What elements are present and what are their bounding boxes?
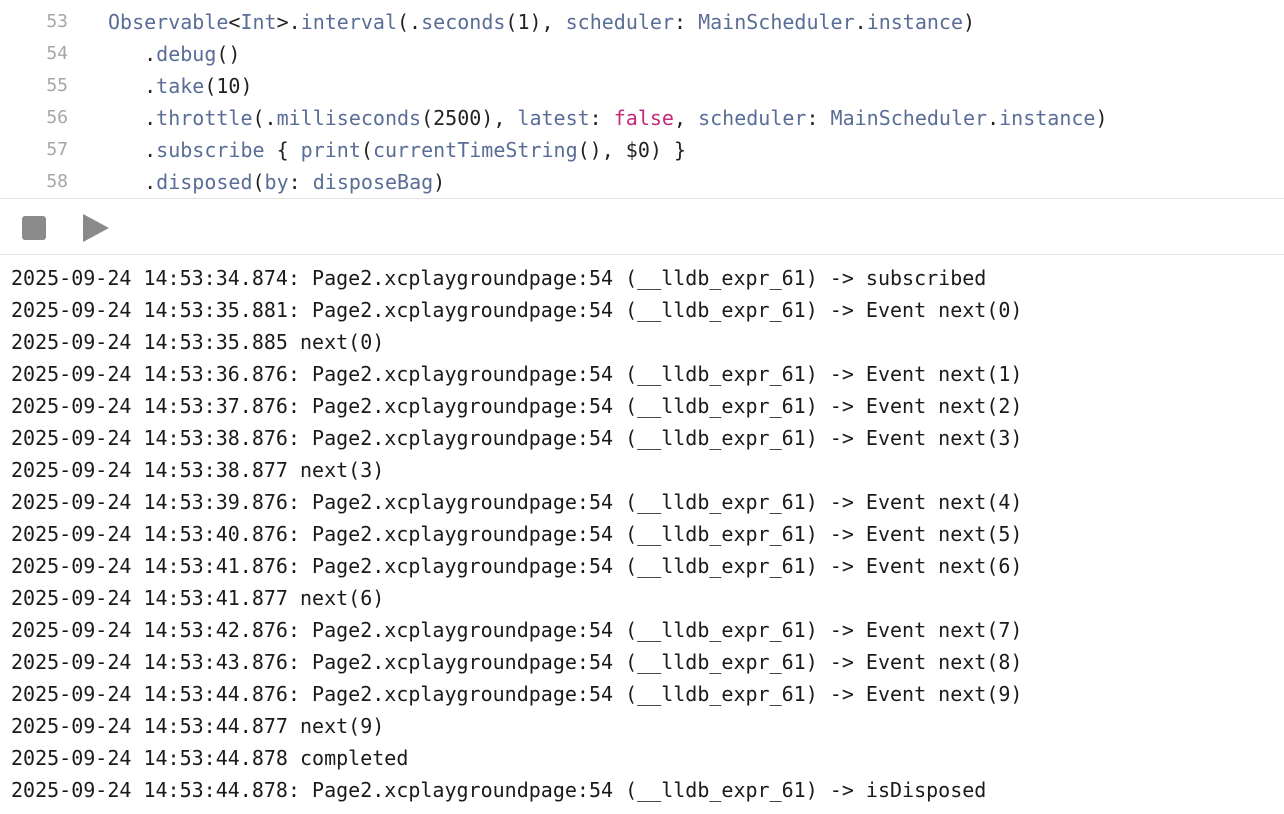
code-token: print: [300, 138, 361, 162]
code-token: >.: [276, 10, 301, 34]
line-number: 54: [46, 43, 68, 64]
console-log-line: 2025-09-24 14:53:44.878: Page2.xcplaygro…: [11, 778, 987, 802]
code-editor[interactable]: 53 Observable<Int>.interval(.seconds(1), …: [0, 0, 1284, 198]
code-line[interactable]: 53 Observable<Int>.interval(.seconds(1), …: [0, 6, 1284, 38]
console-log-line: 2025-09-24 14:53:38.877 next(3): [11, 458, 385, 482]
code-token: .: [108, 74, 157, 98]
code-token: <: [228, 10, 241, 34]
code-token: :: [674, 10, 699, 34]
code-token: latest: [517, 106, 590, 130]
stop-icon[interactable]: [22, 216, 46, 240]
code-token: :: [589, 106, 614, 130]
code-token: currentTimeString: [372, 138, 578, 162]
code-line[interactable]: 58 .disposed(by: disposeBag): [0, 166, 1284, 198]
code-token: (2500),: [421, 106, 518, 130]
console-log-line: 2025-09-24 14:53:44.877 next(9): [11, 714, 385, 738]
code-token: (10): [204, 74, 253, 98]
code-token: by: [264, 170, 289, 194]
line-number: 57: [46, 139, 68, 160]
code-token: throttle: [156, 106, 253, 130]
code-token: Int: [240, 10, 277, 34]
code-token: false: [613, 106, 674, 130]
code-line[interactable]: 56 .throttle(.milliseconds(2500), latest…: [0, 102, 1284, 134]
code-token: .: [108, 138, 157, 162]
console-log-line: 2025-09-24 14:53:42.876: Page2.xcplaygro…: [11, 618, 1023, 642]
code-token: interval: [300, 10, 398, 34]
code-token: Observable: [108, 10, 229, 34]
console-log-line: 2025-09-24 14:53:38.876: Page2.xcplaygro…: [11, 426, 1023, 450]
code-token: (: [360, 138, 373, 162]
console-log-line: 2025-09-24 14:53:41.877 next(6): [11, 586, 385, 610]
code-token: .: [854, 10, 867, 34]
line-number: 58: [46, 171, 68, 192]
code-token: MainScheduler: [830, 106, 988, 130]
code-token: scheduler: [565, 10, 674, 34]
console-log-line: 2025-09-24 14:53:41.876: Page2.xcplaygro…: [11, 554, 1023, 578]
code-text: Observable<Int>.interval(.seconds(1), sc…: [108, 6, 975, 38]
code-token: .: [108, 42, 157, 66]
code-token: subscribe: [156, 138, 265, 162]
code-token: ): [1095, 106, 1108, 130]
code-token: take: [156, 74, 205, 98]
console-log-line: 2025-09-24 14:53:35.881: Page2.xcplaygro…: [11, 298, 1023, 322]
line-number: 55: [46, 75, 68, 96]
console-log-line: 2025-09-24 14:53:37.876: Page2.xcplaygro…: [11, 394, 1023, 418]
code-token: ): [433, 170, 446, 194]
code-token: (.: [397, 10, 422, 34]
code-token: disposed: [156, 170, 253, 194]
code-line[interactable]: 57 .subscribe { print(currentTimeString(…: [0, 134, 1284, 166]
code-token: instance: [999, 106, 1096, 130]
console-log-line: 2025-09-24 14:53:43.876: Page2.xcplaygro…: [11, 650, 1023, 674]
debug-console[interactable]: 2025-09-24 14:53:34.874: Page2.xcplaygro…: [0, 262, 1284, 814]
code-token: .: [987, 106, 1000, 130]
code-token: disposeBag: [312, 170, 434, 194]
play-icon[interactable]: [83, 214, 109, 242]
code-text: .subscribe { print(currentTimeString(), …: [108, 134, 686, 166]
console-log-line: 2025-09-24 14:53:44.876: Page2.xcplaygro…: [11, 682, 1023, 706]
console-log-line: 2025-09-24 14:53:40.876: Page2.xcplaygro…: [11, 522, 1023, 546]
console-log-line: 2025-09-24 14:53:39.876: Page2.xcplaygro…: [11, 490, 1023, 514]
line-number: 56: [46, 107, 68, 128]
code-token: seconds: [421, 10, 506, 34]
console-log-line: 2025-09-24 14:53:34.874: Page2.xcplaygro…: [11, 266, 987, 290]
console-log-line: 2025-09-24 14:53:35.885 next(0): [11, 330, 385, 354]
code-token: .: [108, 170, 157, 194]
code-text: .disposed(by: disposeBag): [108, 166, 445, 198]
console-toolbar: [0, 198, 1284, 255]
code-text: .debug(): [108, 38, 240, 70]
code-token: ): [963, 10, 976, 34]
code-token: :: [288, 170, 313, 194]
code-token: scheduler: [698, 106, 807, 130]
code-token: .: [108, 106, 157, 130]
code-token: (), $0) }: [577, 138, 687, 162]
code-line[interactable]: 55 .take(10): [0, 70, 1284, 102]
code-token: (): [216, 42, 241, 66]
code-token: MainScheduler: [698, 10, 855, 34]
code-text: .take(10): [108, 70, 253, 102]
console-log-line: 2025-09-24 14:53:36.876: Page2.xcplaygro…: [11, 362, 1023, 386]
code-line[interactable]: 54 .debug(): [0, 38, 1284, 70]
code-token: milliseconds: [276, 106, 422, 130]
code-token: ,: [673, 106, 699, 130]
code-token: (.: [252, 106, 277, 130]
code-token: instance: [866, 10, 964, 34]
code-token: :: [806, 106, 831, 130]
code-token: (: [252, 170, 265, 194]
console-log-line: 2025-09-24 14:53:44.878 completed: [11, 746, 409, 770]
code-text: .throttle(.milliseconds(2500), latest: f…: [108, 102, 1108, 134]
code-token: {: [264, 138, 301, 162]
line-number: 53: [46, 11, 68, 32]
code-token: debug: [156, 42, 217, 66]
code-token: (1),: [505, 10, 566, 34]
